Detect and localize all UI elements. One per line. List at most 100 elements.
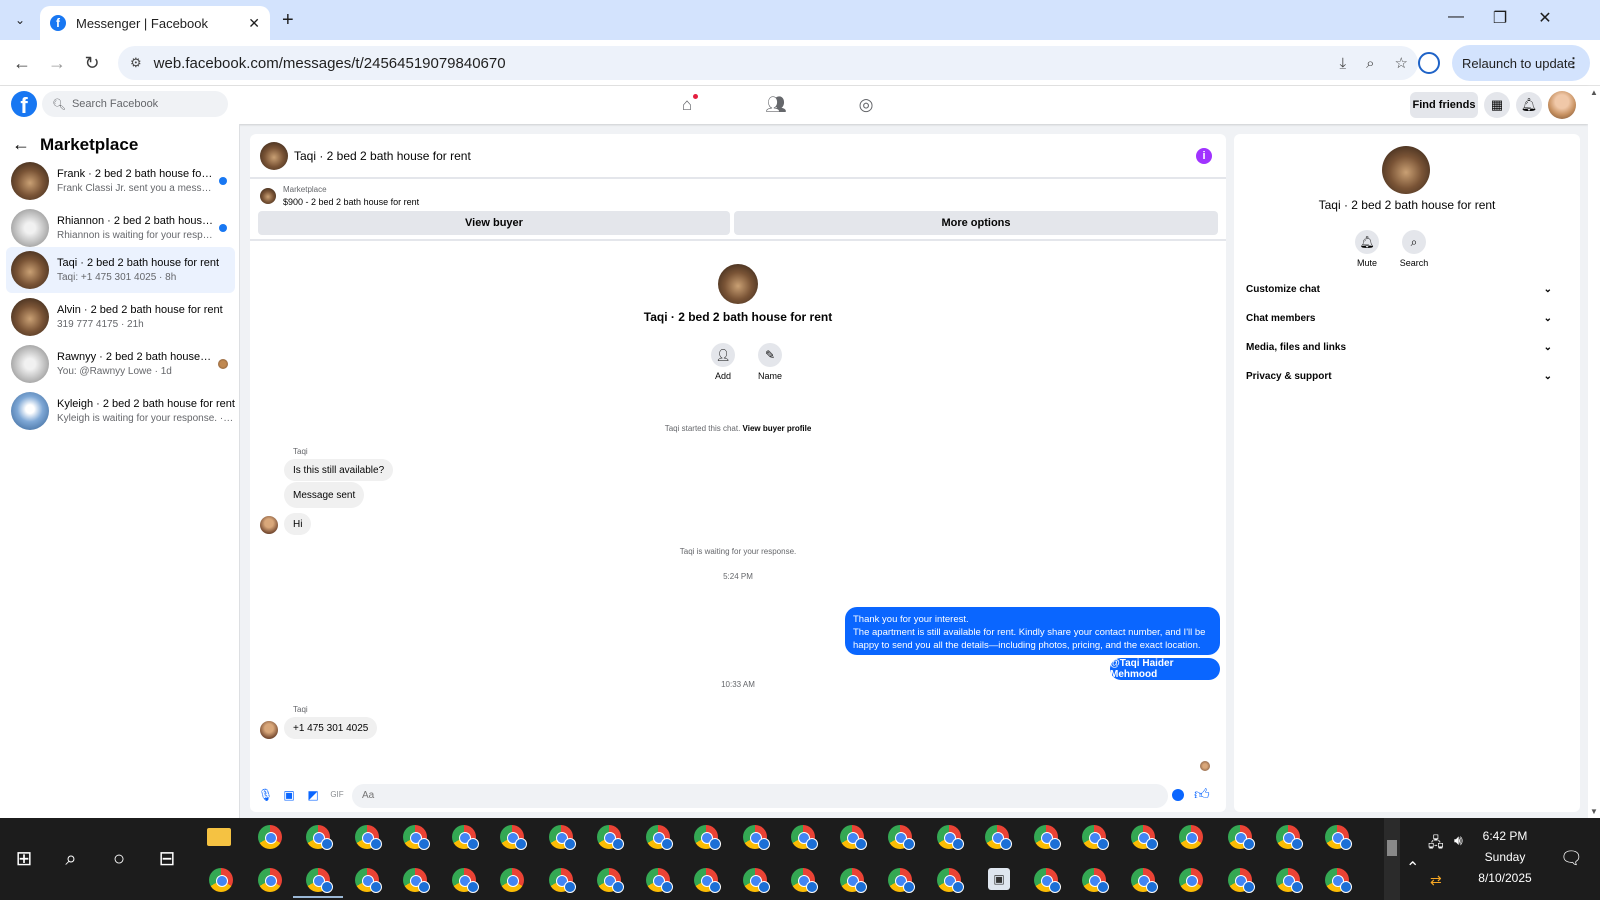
address-bar[interactable]: ⚙ web.facebook.com/messages/t/2456451907…	[118, 46, 1418, 80]
close-tab-icon[interactable]: ✕	[248, 15, 260, 32]
chrome-profile-app-icon[interactable]	[1228, 868, 1255, 893]
chrome-profile-app-icon[interactable]	[597, 868, 624, 893]
relaunch-to-update-button[interactable]: Relaunch to update ⋮	[1452, 45, 1590, 81]
find-friends-button[interactable]: Find friends	[1410, 92, 1478, 118]
conversation-item-taqi[interactable]: Taqi · 2 bed 2 bath house for rent Taqi:…	[6, 247, 235, 293]
scroll-down-arrow-icon[interactable]: ▼	[1590, 807, 1598, 816]
chrome-profile-app-icon[interactable]	[694, 825, 721, 850]
name-chat-button[interactable]: ✎ Name	[750, 343, 790, 381]
chrome-profile-app-icon[interactable]	[1276, 825, 1303, 850]
chrome-profile-app-icon[interactable]	[888, 825, 915, 850]
chrome-app-icon[interactable]	[500, 868, 524, 892]
chrome-profile-app-icon[interactable]	[840, 825, 867, 850]
conversation-item-alvin[interactable]: Alvin · 2 bed 2 bath house for rent 319 …	[6, 294, 235, 340]
incoming-message[interactable]: +1 475 301 4025	[284, 717, 378, 739]
microphone-icon[interactable]: 🎙︎	[258, 788, 273, 802]
network-icon[interactable]: 🖧︎	[1428, 832, 1444, 856]
friends-icon[interactable]: 👥︎	[763, 92, 789, 118]
notification-center-icon[interactable]: 🗨︎	[1560, 848, 1583, 869]
info-icon[interactable]: i	[1196, 148, 1212, 164]
chrome-app-icon[interactable]	[258, 868, 282, 892]
zoom-icon[interactable]: ⌕	[1366, 55, 1374, 72]
tab-search-button[interactable]: ⌄	[8, 8, 32, 32]
chrome-profile-app-icon[interactable]	[1131, 868, 1158, 893]
scroll-up-arrow-icon[interactable]: ▲	[1590, 88, 1598, 97]
chrome-profile-app-icon[interactable]	[452, 868, 479, 893]
chrome-profile-app-icon[interactable]	[549, 868, 576, 893]
chrome-profile-app-icon[interactable]	[985, 825, 1012, 850]
chrome-profile-app-icon[interactable]	[1082, 825, 1109, 850]
chrome-profile-app-icon[interactable]	[452, 825, 479, 850]
show-hidden-icons-chevron-icon[interactable]: ⌃	[1406, 858, 1419, 878]
chrome-profile-app-icon[interactable]	[355, 868, 382, 893]
reload-icon[interactable]: ↻	[80, 51, 104, 75]
conversation-item-rawnyy[interactable]: Rawnyy · 2 bed 2 bath house for... You: …	[6, 341, 235, 387]
view-buyer-button[interactable]: View buyer	[258, 211, 730, 235]
more-options-button[interactable]: More options	[734, 211, 1218, 235]
chrome-profile-app-icon[interactable]	[403, 825, 430, 850]
thumbs-up-icon[interactable]: 👍︎	[1194, 786, 1210, 804]
listing-thumbnail[interactable]	[260, 188, 276, 204]
customize-chat-section[interactable]: Customize chat ⌄	[1246, 278, 1552, 300]
chrome-profile-app-icon[interactable]	[597, 825, 624, 850]
chrome-profile-app-icon[interactable]	[403, 868, 430, 893]
chrome-profile-app-icon[interactable]	[791, 868, 818, 893]
browser-profile-icon[interactable]	[1418, 52, 1440, 74]
chrome-profile-app-icon[interactable]	[1325, 868, 1352, 893]
cortana-icon[interactable]: ○	[106, 846, 132, 872]
search-icon[interactable]: ⌕	[58, 846, 84, 872]
taskbar-scroll-thumb[interactable]	[1387, 840, 1397, 856]
notifications-bell-icon[interactable]: 🔔︎	[1516, 92, 1542, 118]
system-clock[interactable]: 6:42 PM Sunday 8/10/2025	[1455, 826, 1555, 889]
new-tab-button[interactable]: +	[282, 10, 294, 30]
site-settings-icon[interactable]: ⚙	[130, 55, 142, 71]
chrome-profile-app-icon[interactable]	[1325, 825, 1352, 850]
install-app-icon[interactable]: ⤓	[1340, 55, 1347, 72]
forward-arrow-icon[interactable]: →	[45, 51, 69, 75]
task-view-icon[interactable]: ⊟	[154, 846, 180, 872]
page-scrollbar[interactable]: ▲ ▼	[1588, 86, 1600, 818]
message-input[interactable]	[352, 784, 1168, 808]
bookmark-star-icon[interactable]: ☆	[1395, 54, 1408, 72]
sync-status-icon[interactable]: ⇄	[1430, 872, 1442, 889]
taskbar-scrollbar[interactable]	[1384, 818, 1400, 900]
chrome-app-icon[interactable]	[209, 868, 233, 892]
mute-button[interactable]: 🔔︎ Mute	[1347, 230, 1387, 268]
chrome-profile-app-icon[interactable]	[743, 825, 770, 850]
facebook-search-input[interactable]: 🔍︎ Search Facebook	[42, 91, 228, 117]
chat-members-section[interactable]: Chat members ⌄	[1246, 307, 1552, 329]
chrome-profile-app-icon[interactable]	[355, 825, 382, 850]
chrome-profile-app-icon[interactable]	[1131, 825, 1158, 850]
conversation-item-kyleigh[interactable]: Kyleigh · 2 bed 2 bath house for rent Ky…	[6, 388, 235, 434]
chrome-profile-app-icon[interactable]	[549, 825, 576, 850]
chrome-profile-app-icon[interactable]	[888, 868, 915, 893]
file-explorer-icon[interactable]	[207, 828, 231, 846]
chrome-profile-app-icon[interactable]	[1082, 868, 1109, 893]
chrome-profile-app-icon[interactable]	[937, 825, 964, 850]
photo-viewer-icon[interactable]: ▣	[988, 868, 1010, 890]
conversation-item-rhiannon[interactable]: Rhiannon · 2 bed 2 bath house f... Rhian…	[6, 205, 235, 251]
chrome-profile-app-icon[interactable]	[937, 868, 964, 893]
photo-icon[interactable]: ▣	[282, 788, 296, 802]
chrome-profile-app-icon[interactable]	[306, 825, 333, 850]
chrome-app-icon[interactable]	[258, 825, 282, 849]
back-arrow-icon[interactable]: ←	[10, 51, 34, 75]
chat-avatar[interactable]	[260, 142, 288, 170]
chrome-profile-app-icon[interactable]	[791, 825, 818, 850]
facebook-logo-icon[interactable]: f	[11, 91, 37, 117]
chrome-profile-app-icon[interactable]	[646, 868, 673, 893]
media-files-links-section[interactable]: Media, files and links ⌄	[1246, 336, 1552, 358]
url-text[interactable]: web.facebook.com/messages/t/245645190798…	[154, 55, 1330, 72]
chat-title[interactable]: Taqi · 2 bed 2 bath house for rent	[294, 149, 471, 163]
search-in-chat-button[interactable]: ⌕ Search	[1394, 230, 1434, 268]
chrome-profile-app-icon[interactable]	[694, 868, 721, 893]
restore-window-button[interactable]: ❐	[1488, 8, 1512, 28]
chrome-app-icon[interactable]	[1179, 868, 1203, 892]
gif-icon[interactable]: GIF	[330, 788, 344, 802]
account-avatar[interactable]	[1548, 91, 1576, 119]
chrome-profile-app-icon[interactable]	[1034, 868, 1061, 893]
sticker-icon[interactable]: ◩	[306, 788, 320, 802]
chrome-profile-app-icon[interactable]	[306, 868, 333, 893]
incoming-message[interactable]: Hi	[284, 513, 312, 535]
chrome-profile-app-icon[interactable]	[1034, 825, 1061, 850]
